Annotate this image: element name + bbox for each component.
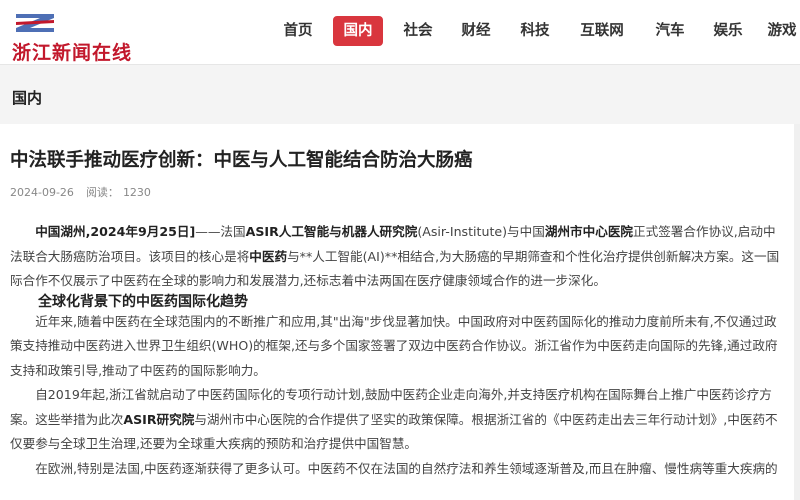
site-logo[interactable]: 浙江新闻在线 [8,12,190,64]
lead-text-2: (Asir-Institute)与中国 [417,224,545,239]
views-count: 1230 [122,186,151,199]
paragraph-2: 近年来,随着中医药在全球范围内的不断推广和应用,其"出海"步伐显著加快。中国政府… [10,313,778,378]
nav-item-auto[interactable]: 汽车 [644,16,696,46]
nav-item-games[interactable]: 游戏 [762,16,800,46]
page-scrollbar[interactable] [794,124,800,500]
paragraph-4: 在欧洲,特别是法国,中医药逐渐获得了更多认可。中医药不仅在法国的自然疗法和养生领… [35,460,778,476]
org-huzhou-hospital: 湖州市中心医院 [544,224,633,239]
lead-text-1: ——法国 [195,224,246,239]
nav-item-society[interactable]: 社会 [392,16,444,46]
dateline: 中国湖州,2024年9月25日] [35,224,196,239]
nav-item-home[interactable]: 首页 [272,16,324,46]
article-meta: 2024-09-26 阅读： 1230 [10,184,163,200]
org-asir-short: ASIR研究院 [123,411,195,427]
section-title: 全球化背景下的中医药国际化趋势 [38,293,248,310]
article-body: 中国湖州,2024年9月25日]——法国ASIR人工智能与机器人研究院(Asir… [10,220,788,481]
paragraph-3: 自2019年起,浙江省就启动了中医药国际化的专项行动计划,鼓励中医药企业走向海外… [10,383,788,457]
nav-item-tech[interactable]: 科技 [509,16,561,46]
article-title: 中法联手推动医疗创新：中医与人工智能结合防治大肠癌 [10,150,473,171]
views-label: 阅读： [85,186,119,199]
publish-date: 2024-09-26 [10,186,74,199]
nav-item-finance[interactable]: 财经 [450,16,502,46]
nav-item-entertainment[interactable]: 娱乐 [702,16,754,46]
category-title: 国内 [12,89,43,107]
nav-item-internet[interactable]: 互联网 [574,16,630,46]
site-header: 浙江新闻在线 首页 国内 社会 财经 科技 互联网 汽车 娱乐 游戏 [0,0,800,64]
tcm-keyword: 中医药 [249,248,288,264]
category-band: 国内 [0,64,800,124]
article: 中法联手推动医疗创新：中医与人工智能结合防治大肠癌 2024-09-26 阅读： 1… [0,124,800,500]
logo-z-mark-icon [16,14,54,32]
nav-item-domestic[interactable]: 国内 [333,16,383,46]
lead-paragraph: 中国湖州,2024年9月25日]——法国ASIR人工智能与机器人研究院(Asir… [10,220,788,294]
org-asir: ASIR人工智能与机器人研究院 [245,224,418,239]
logo-text: 浙江新闻在线 [12,42,133,64]
